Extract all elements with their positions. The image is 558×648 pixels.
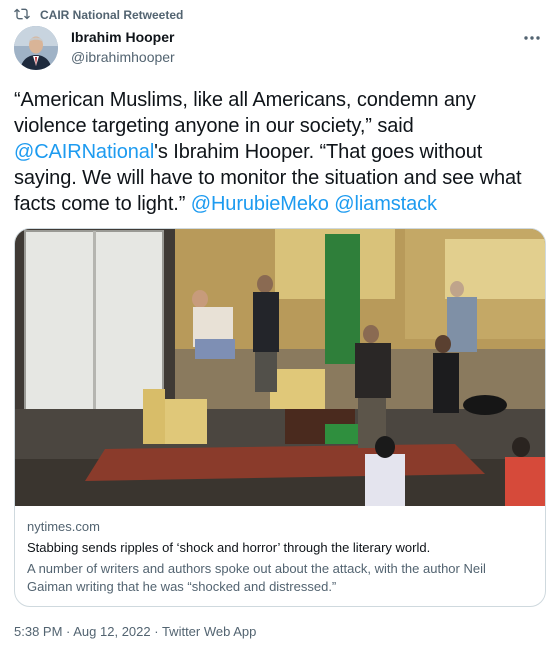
mention-cairnational[interactable]: @CAIRNational: [14, 141, 154, 163]
tweet-date[interactable]: Aug 12, 2022: [73, 624, 150, 639]
mention-liamstack[interactable]: @liamstack: [334, 193, 437, 215]
retweet-indicator[interactable]: CAIR National Retweeted: [14, 6, 183, 24]
retweet-label: CAIR National Retweeted: [40, 8, 184, 22]
mention-hurubiemeko[interactable]: @HurubieMeko: [191, 193, 329, 215]
link-card[interactable]: nytimes.com Stabbing sends ripples of ‘s…: [14, 228, 546, 607]
author-name[interactable]: Ibrahim Hooper: [71, 29, 174, 45]
card-image[interactable]: [15, 229, 545, 506]
meta-separator: ·: [150, 624, 162, 639]
tweet-time[interactable]: 5:38 PM: [14, 624, 62, 639]
card-description: A number of writers and authors spoke ou…: [27, 561, 486, 594]
author-handle[interactable]: @ibrahimhooper: [71, 49, 175, 65]
card-title: Stabbing sends ripples of ‘shock and hor…: [27, 540, 431, 555]
tweet-text-part1: “American Muslims, like all Americans, c…: [14, 89, 476, 137]
card-domain: nytimes.com: [27, 519, 100, 534]
retweet-icon: [14, 6, 30, 25]
tweet-meta: 5:38 PM · Aug 12, 2022 · Twitter Web App: [14, 624, 256, 639]
tweet-source[interactable]: Twitter Web App: [162, 624, 256, 639]
tweet-text: “American Muslims, like all Americans, c…: [14, 87, 546, 217]
more-options-icon[interactable]: [520, 28, 544, 48]
meta-separator: ·: [62, 624, 74, 639]
avatar[interactable]: [14, 26, 58, 70]
tweet-header: Ibrahim Hooper @ibrahimhooper: [14, 26, 544, 72]
